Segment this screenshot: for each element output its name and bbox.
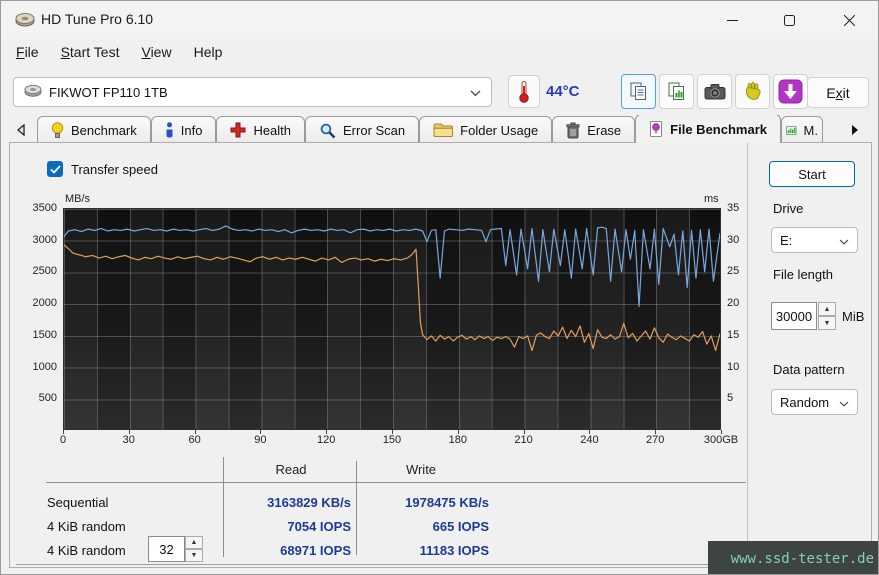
temperature-value: 44°C xyxy=(546,83,580,100)
drive-selector-value: FIKWOT FP110 1TB xyxy=(49,85,168,100)
y-axis-ticks-left: 350030002500200015001000500 xyxy=(1,208,59,430)
file-length-input[interactable] xyxy=(771,302,817,330)
magnifier-icon xyxy=(319,122,336,139)
health-cross-icon xyxy=(230,122,246,138)
hand-button[interactable] xyxy=(735,74,770,109)
titlebar: HD Tune Pro 6.10 xyxy=(1,1,879,39)
menu-start-test[interactable]: Start Test xyxy=(50,41,131,63)
chevron-down-icon xyxy=(470,85,481,100)
random-qd32-read-value: 68971 IOPS xyxy=(231,543,351,558)
menu-file[interactable]: File xyxy=(5,41,50,63)
tab-error-scan[interactable]: Error Scan xyxy=(305,116,419,143)
screenshot-button[interactable] xyxy=(697,74,732,109)
queue-depth-down-button[interactable]: ▼ xyxy=(185,549,203,562)
minimize-button[interactable] xyxy=(709,1,755,39)
close-icon xyxy=(844,15,855,26)
copy-image-button[interactable] xyxy=(659,74,694,109)
random-qd32-write-value: 11183 IOPS xyxy=(369,543,489,558)
transfer-speed-checkbox[interactable] xyxy=(47,161,63,177)
row-label-sequential: Sequential xyxy=(47,495,108,510)
drive-selector[interactable]: FIKWOT FP110 1TB xyxy=(13,77,492,107)
data-pattern-label: Data pattern xyxy=(773,362,845,377)
tab-folder-usage[interactable]: Folder Usage xyxy=(419,116,552,143)
tab-partial[interactable]: M. xyxy=(781,116,823,143)
file-length-unit: MiB xyxy=(842,309,864,324)
file-length-down-button[interactable]: ▼ xyxy=(818,316,836,330)
table-divider-2 xyxy=(356,461,357,555)
column-header-read: Read xyxy=(233,462,349,477)
menu-help[interactable]: Help xyxy=(183,41,234,63)
y-axis-ticks-right: 3530252015105 xyxy=(725,208,755,430)
tabstrip: Benchmark Info Health Error Scan Folder … xyxy=(37,115,843,143)
tab-file-benchmark[interactable]: File Benchmark xyxy=(635,115,781,143)
lightbulb-icon xyxy=(51,122,64,139)
table-header-rule xyxy=(46,482,746,483)
x-axis-ticks: 0306090120150180210240270300GB xyxy=(63,434,763,448)
tab-scroll-right-button[interactable] xyxy=(845,119,865,141)
minimize-icon xyxy=(727,15,738,26)
window-title: HD Tune Pro 6.10 xyxy=(41,11,153,27)
drive-disk-icon xyxy=(24,84,42,100)
row-label-4kib-random: 4 KiB random xyxy=(47,519,126,534)
chevron-down-icon xyxy=(839,395,849,410)
queue-depth-up-button[interactable]: ▲ xyxy=(185,536,203,549)
tab-scroll-left-button[interactable] xyxy=(11,119,31,141)
bottom-divider xyxy=(16,564,747,565)
sequential-write-value: 1978475 KB/s xyxy=(369,495,489,510)
hd-tune-window: HD Tune Pro 6.10 File Start Test View He… xyxy=(0,0,879,575)
column-header-write: Write xyxy=(361,462,481,477)
hand-icon xyxy=(743,82,763,102)
queue-depth-input[interactable] xyxy=(148,536,185,562)
row-label-4kib-random-qd32: 4 KiB random xyxy=(47,543,126,558)
file-benchmark-icon xyxy=(649,120,663,138)
tab-erase[interactable]: Erase xyxy=(552,116,635,143)
y-axis-unit-right: ms xyxy=(704,193,719,205)
camera-icon xyxy=(704,83,726,100)
transfer-speed-option[interactable]: Transfer speed xyxy=(47,161,158,177)
copy-image-icon xyxy=(666,81,687,102)
info-icon xyxy=(165,122,174,139)
copy-text-button[interactable] xyxy=(621,74,656,109)
app-disk-icon xyxy=(15,12,35,32)
download-button[interactable] xyxy=(773,74,808,109)
file-length-label: File length xyxy=(773,267,833,282)
maximize-icon xyxy=(784,15,795,26)
copy-text-icon xyxy=(628,81,649,102)
watermark-text: www.ssd-tester.de xyxy=(731,551,874,567)
table-divider-1 xyxy=(223,457,224,557)
menu-view[interactable]: View xyxy=(130,41,182,63)
trash-icon xyxy=(566,122,580,139)
random-read-value: 7054 IOPS xyxy=(231,519,351,534)
folder-icon xyxy=(433,122,453,138)
menubar: File Start Test View Help xyxy=(5,39,233,65)
data-pattern-select[interactable]: Random xyxy=(771,389,858,415)
drive-letter-select[interactable]: E: xyxy=(771,227,858,253)
chart-icon xyxy=(786,123,797,138)
benchmark-chart xyxy=(63,208,721,430)
chevron-down-icon xyxy=(839,233,849,248)
chart-lines xyxy=(64,209,720,429)
sequential-read-value: 3163829 KB/s xyxy=(231,495,351,510)
arrow-left-icon xyxy=(16,124,26,136)
queue-depth-stepper: ▲ ▼ xyxy=(185,536,203,562)
y-axis-unit-left: MB/s xyxy=(65,193,90,205)
arrow-right-icon xyxy=(850,124,860,136)
random-write-value: 665 IOPS xyxy=(369,519,489,534)
thermometer-icon xyxy=(518,80,530,103)
transfer-speed-label: Transfer speed xyxy=(71,162,158,177)
watermark: www.ssd-tester.de xyxy=(708,541,879,575)
file-length-stepper: ▲ ▼ xyxy=(818,302,836,330)
exit-button[interactable]: Exit xyxy=(807,77,869,108)
checkmark-icon xyxy=(50,165,61,174)
tab-benchmark[interactable]: Benchmark xyxy=(37,116,151,143)
tab-health[interactable]: Health xyxy=(216,116,305,143)
temperature-button[interactable] xyxy=(508,75,540,108)
close-button[interactable] xyxy=(826,1,872,39)
maximize-button[interactable] xyxy=(766,1,812,39)
drive-label: Drive xyxy=(773,201,803,216)
start-button[interactable]: Start xyxy=(769,161,855,187)
file-length-up-button[interactable]: ▲ xyxy=(818,302,836,316)
download-icon xyxy=(778,79,803,104)
tab-info[interactable]: Info xyxy=(151,116,217,143)
